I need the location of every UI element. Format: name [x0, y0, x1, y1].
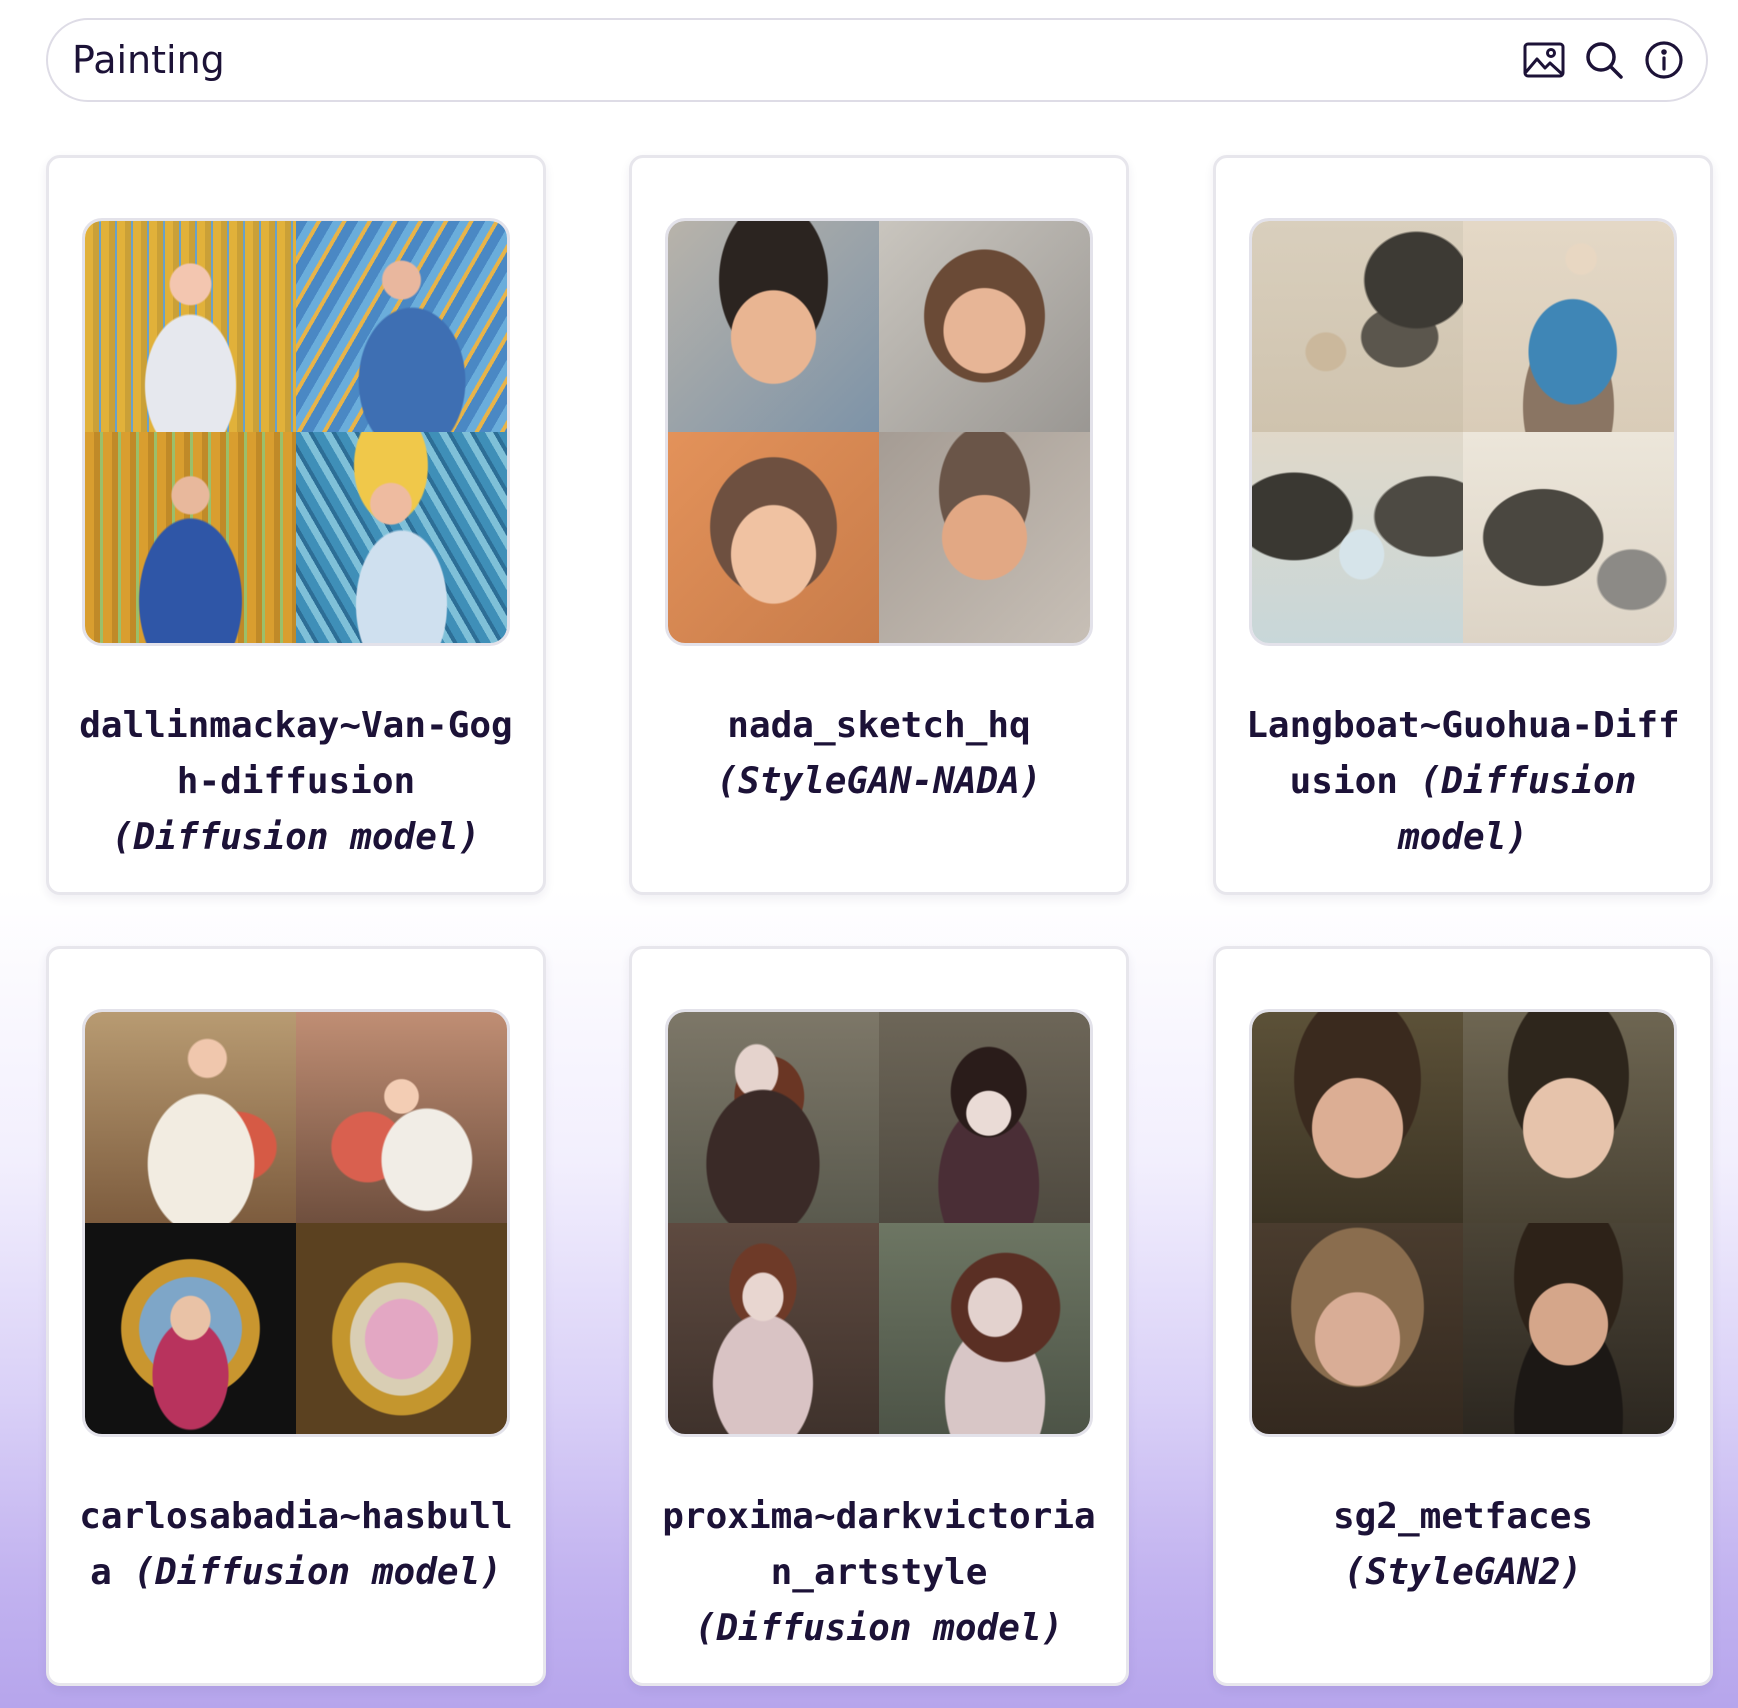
preview-tile: [668, 221, 879, 432]
model-title: sg2_metfaces (StyleGAN2): [1236, 1489, 1690, 1601]
model-type: (Diffusion model): [133, 1552, 502, 1593]
model-preview-image: [665, 1009, 1093, 1437]
preview-tile: [1463, 1223, 1674, 1434]
model-title: nada_sketch_hq (StyleGAN-NADA): [652, 698, 1106, 810]
model-type: (StyleGAN2): [1343, 1552, 1583, 1593]
model-preview-image: [1249, 1009, 1677, 1437]
model-title: proxima~darkvictorian_artstyle (Diffusio…: [652, 1489, 1106, 1657]
model-title: dallinmackay~Van-Gogh-diffusion (Diffusi…: [69, 698, 523, 866]
model-type: (Diffusion model): [1397, 761, 1637, 858]
model-card[interactable]: proxima~darkvictorian_artstyle (Diffusio…: [629, 946, 1129, 1686]
info-icon[interactable]: [1642, 38, 1686, 82]
model-name: dallinmackay~Van-Gogh-diffusion: [79, 705, 513, 802]
model-card[interactable]: nada_sketch_hq (StyleGAN-NADA): [629, 155, 1129, 895]
preview-tile: [296, 1223, 507, 1434]
preview-tile: [879, 432, 1090, 643]
image-search-icon[interactable]: [1522, 38, 1566, 82]
model-name: proxima~darkvictorian_artstyle: [662, 1496, 1096, 1593]
model-card[interactable]: dallinmackay~Van-Gogh-diffusion (Diffusi…: [46, 155, 546, 895]
preview-tile: [85, 1223, 296, 1434]
preview-tile: [85, 432, 296, 643]
model-card[interactable]: carlosabadia~hasbulla (Diffusion model): [46, 946, 546, 1686]
model-name: sg2_metfaces: [1332, 1496, 1594, 1537]
preview-tile: [668, 1223, 879, 1434]
preview-tile: [668, 1012, 879, 1223]
search-actions: [1522, 38, 1706, 82]
model-title: carlosabadia~hasbulla (Diffusion model): [69, 1489, 523, 1601]
preview-tile: [296, 432, 507, 643]
model-type: (StyleGAN-NADA): [716, 761, 1042, 802]
preview-tile: [1252, 432, 1463, 643]
model-preview-image: [1249, 218, 1677, 646]
model-type: (Diffusion model): [111, 817, 481, 858]
search-input[interactable]: [48, 30, 1522, 90]
preview-tile: [879, 221, 1090, 432]
model-type: (Diffusion model): [694, 1608, 1064, 1649]
preview-tile: [85, 1012, 296, 1223]
preview-tile: [879, 1223, 1090, 1434]
preview-tile: [1252, 1223, 1463, 1434]
search-icon[interactable]: [1582, 38, 1626, 82]
preview-tile: [1463, 432, 1674, 643]
preview-tile: [1252, 1012, 1463, 1223]
preview-tile: [296, 221, 507, 432]
model-card[interactable]: sg2_metfaces (StyleGAN2): [1213, 946, 1713, 1686]
preview-tile: [85, 221, 296, 432]
preview-tile: [1463, 221, 1674, 432]
model-card[interactable]: Langboat~Guohua-Diffusion (Diffusion mod…: [1213, 155, 1713, 895]
search-bar: [46, 18, 1708, 102]
model-preview-image: [665, 218, 1093, 646]
model-preview-image: [82, 218, 510, 646]
preview-tile: [1463, 1012, 1674, 1223]
preview-tile: [296, 1012, 507, 1223]
preview-tile: [668, 432, 879, 643]
preview-tile: [879, 1012, 1090, 1223]
preview-tile: [1252, 221, 1463, 432]
model-preview-image: [82, 1009, 510, 1437]
model-name: nada_sketch_hq: [727, 705, 1031, 746]
model-title: Langboat~Guohua-Diffusion (Diffusion mod…: [1236, 698, 1690, 866]
